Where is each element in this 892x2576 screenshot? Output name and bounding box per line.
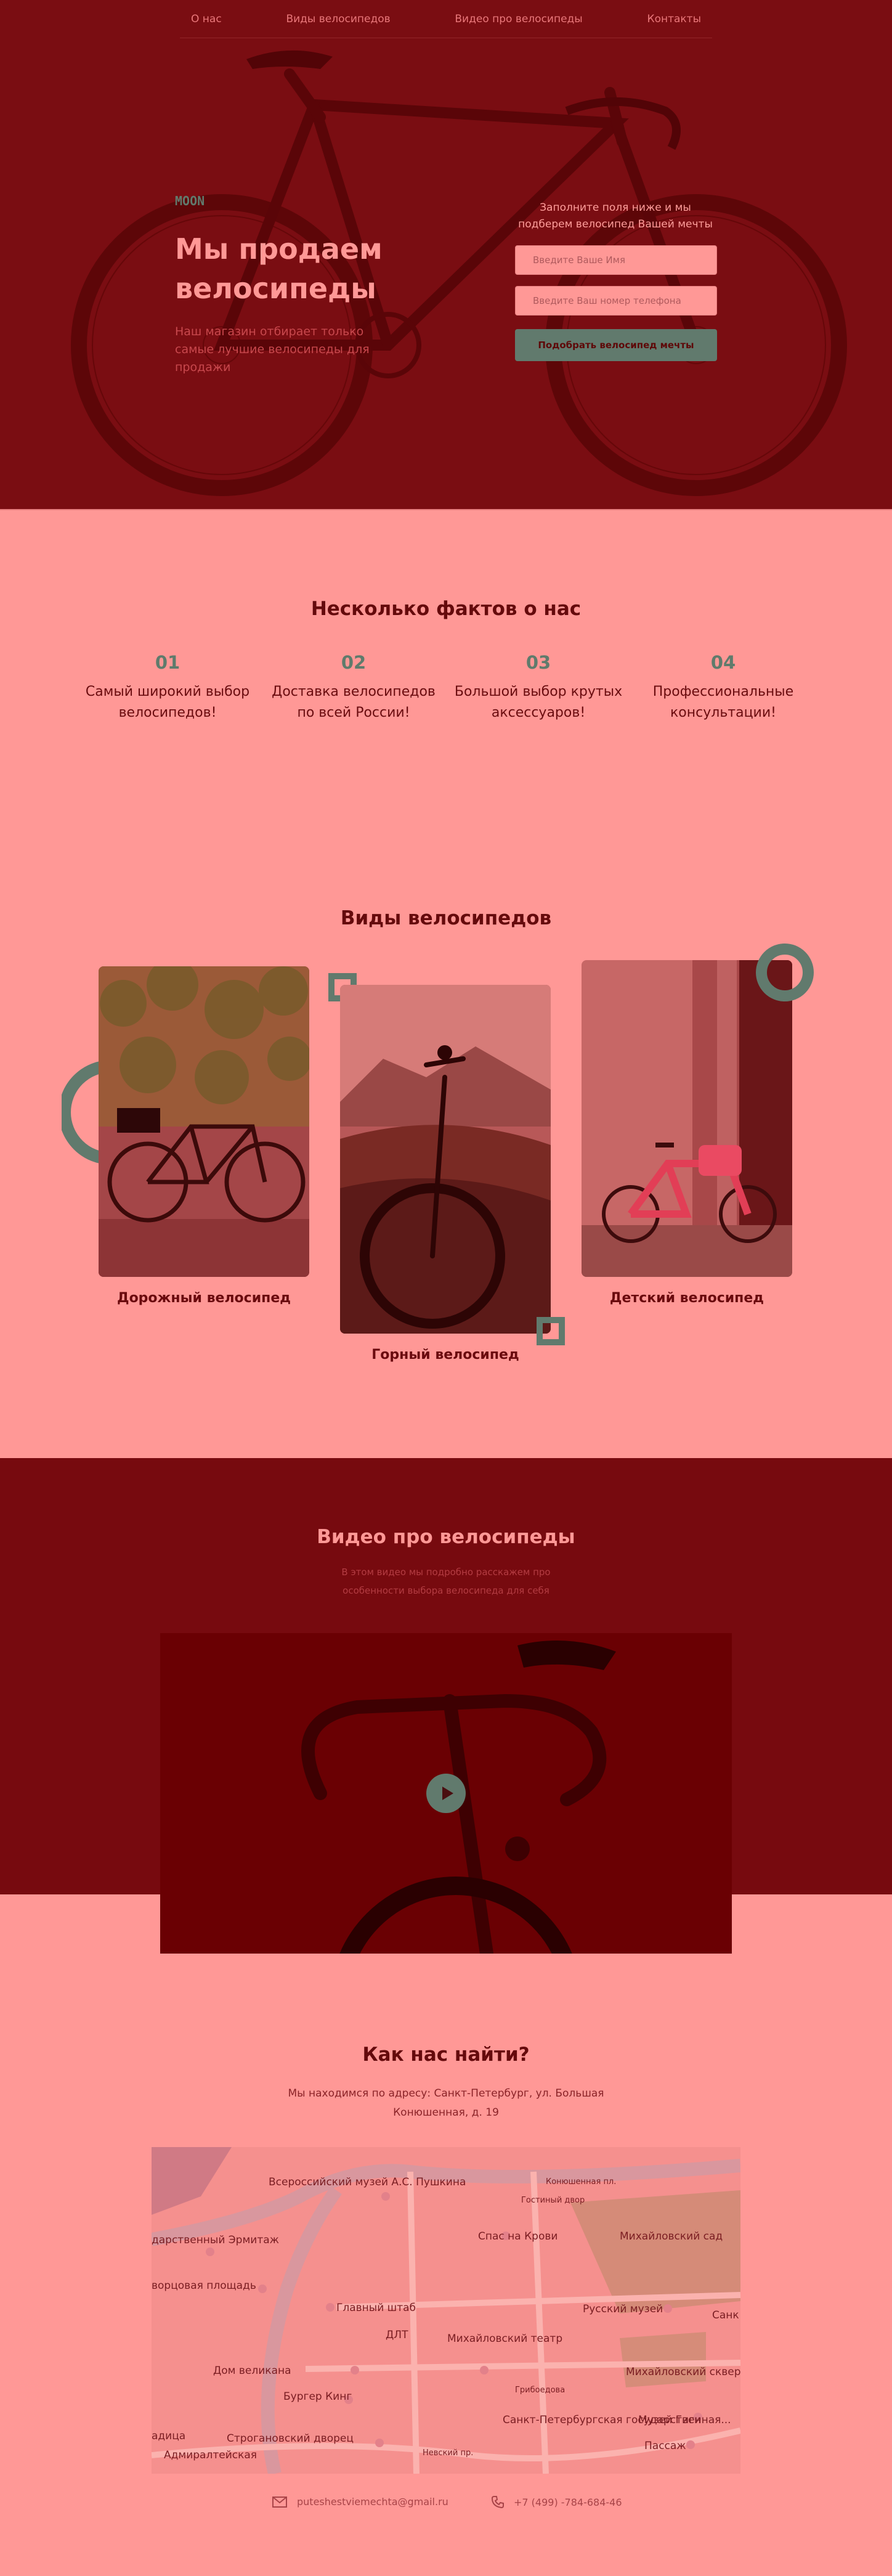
fact-text: Большой выбор крутых аксессуаров! — [454, 684, 623, 720]
video-title: Видео про велосипеды — [317, 1526, 575, 1548]
svg-text:Михайловский сад: Михайловский сад — [620, 2230, 723, 2243]
hero-section: О нас Виды велосипедов Видео про велосип… — [0, 0, 892, 509]
svg-text:Всероссийский музей А.С. Пушки: Всероссийский музей А.С. Пушкина — [269, 2176, 466, 2188]
fact-item: 02 Доставка велосипедов по всей России! — [267, 652, 440, 723]
svg-text:Гостиный двор: Гостиный двор — [521, 2196, 585, 2205]
nav-link-contacts[interactable]: Контакты — [647, 13, 702, 25]
phone-icon — [492, 2496, 504, 2508]
svg-text:Адмиралтейская: Адмиралтейская — [164, 2449, 257, 2461]
ring-decoration-icon — [756, 944, 814, 1001]
address-text: Мы находимся по адресу: Санкт-Петербург,… — [288, 2087, 604, 2119]
fact-number: 01 — [155, 652, 180, 673]
svg-text:Русский музей: Русский музей — [583, 2303, 663, 2315]
square-decoration-icon — [537, 1317, 565, 1345]
facts-title: Несколько фактов о нас — [310, 598, 582, 620]
svg-text:Бургер Кинг: Бургер Кинг — [283, 2391, 352, 2403]
fact-text: Доставка велосипедов по всей России! — [272, 684, 436, 720]
mountain-bike-image[interactable] — [340, 985, 551, 1334]
hero-bicycle-image — [0, 0, 892, 509]
play-button[interactable] — [426, 1774, 466, 1813]
svg-text:Санк: Санк — [712, 2309, 739, 2321]
location-map[interactable]: Всероссийский музей А.С. Пушкина дарстве… — [152, 2147, 740, 2474]
nav-link-bike-types[interactable]: Виды велосипедов — [286, 13, 390, 25]
svg-text:Конюшенная пл.: Конюшенная пл. — [546, 2177, 616, 2187]
svg-text:Невский пр.: Невский пр. — [423, 2448, 473, 2458]
top-nav: О нас Виды велосипедов Видео про велосип… — [180, 0, 712, 38]
svg-text:адица: адица — [152, 2430, 185, 2442]
hero-title: Мы продаем велосипеды — [175, 232, 383, 305]
svg-text:Грибоедова: Грибоедова — [515, 2386, 565, 2395]
bike-types-title: Виды велосипедов — [340, 907, 552, 929]
nav-link-video[interactable]: Видео про велосипеды — [455, 13, 582, 25]
facts-section: Несколько фактов о нас 01 Самый широкий … — [0, 509, 892, 820]
phone-contact[interactable]: +7 (499) -784-684-46 — [492, 2496, 622, 2508]
mountain-bike-label: Горный велосипед — [371, 1347, 519, 1363]
svg-text:Музей Гиги: Музей Гиги — [638, 2414, 701, 2426]
fact-item: 04 Профессиональные консультации! — [637, 652, 809, 723]
play-icon — [442, 1787, 453, 1800]
find-bike-button[interactable]: Подобрать велосипед мечты — [515, 329, 717, 361]
fact-text: Самый широкий выбор велосипедов! — [85, 684, 250, 720]
video-subtitle: В этом видео мы подробно расскажем про о… — [341, 1567, 551, 1596]
svg-text:MOON: MOON — [175, 194, 205, 208]
svg-text:Пассаж: Пассаж — [644, 2440, 686, 2452]
nav-link-about[interactable]: О нас — [191, 13, 222, 25]
svg-text:Спас на Крови: Спас на Крови — [478, 2230, 558, 2243]
fact-item: 03 Большой выбор крутых аксессуаров! — [452, 652, 625, 723]
kids-bike-label: Детский велосипед — [609, 1290, 764, 1306]
svg-text:ворцовая площадь: ворцовая площадь — [152, 2280, 256, 2292]
svg-text:Строгановский дворец: Строгановский дворец — [227, 2432, 354, 2445]
svg-text:ДЛТ: ДЛТ — [386, 2329, 408, 2341]
road-bike-image[interactable] — [99, 966, 309, 1277]
video-player[interactable] — [160, 1633, 732, 1954]
hero-subtitle: Наш магазин отбирает только самые лучшие… — [175, 325, 370, 374]
email-contact[interactable]: puteshestviemechta@gmail.ru — [272, 2496, 448, 2508]
svg-text:Главный штаб: Главный штаб — [336, 2302, 416, 2314]
email-text: puteshestviemechta@gmail.ru — [297, 2496, 448, 2508]
phone-input[interactable] — [515, 286, 717, 316]
moon-logo: MOON — [175, 194, 205, 208]
name-input[interactable] — [515, 245, 717, 275]
fact-number: 02 — [341, 652, 367, 673]
svg-text:Дом великана: Дом великана — [213, 2365, 291, 2377]
contacts-title: Как нас найти? — [362, 2044, 530, 2066]
fact-item: 01 Самый широкий выбор велосипедов! — [81, 652, 254, 723]
road-bike-label: Дорожный велосипед — [116, 1290, 291, 1306]
kids-bike-image[interactable] — [582, 960, 792, 1277]
fact-number: 04 — [710, 652, 736, 673]
svg-text:Михайловский сквер: Михайловский сквер — [626, 2366, 740, 2378]
fact-text: Профессиональные консультации! — [652, 684, 794, 720]
bike-types-section: Виды велосипедов Дорожный велосипед Горн… — [0, 820, 892, 1458]
form-title: Заполните поля ниже и мы подберем велоси… — [518, 202, 713, 230]
svg-text:Михайловский театр: Михайловский театр — [447, 2333, 562, 2345]
fact-number: 03 — [525, 652, 551, 673]
phone-text: +7 (499) -784-684-46 — [514, 2496, 622, 2508]
mail-icon — [272, 2496, 287, 2508]
svg-text:дарственный Эрмитаж: дарственный Эрмитаж — [152, 2234, 279, 2246]
